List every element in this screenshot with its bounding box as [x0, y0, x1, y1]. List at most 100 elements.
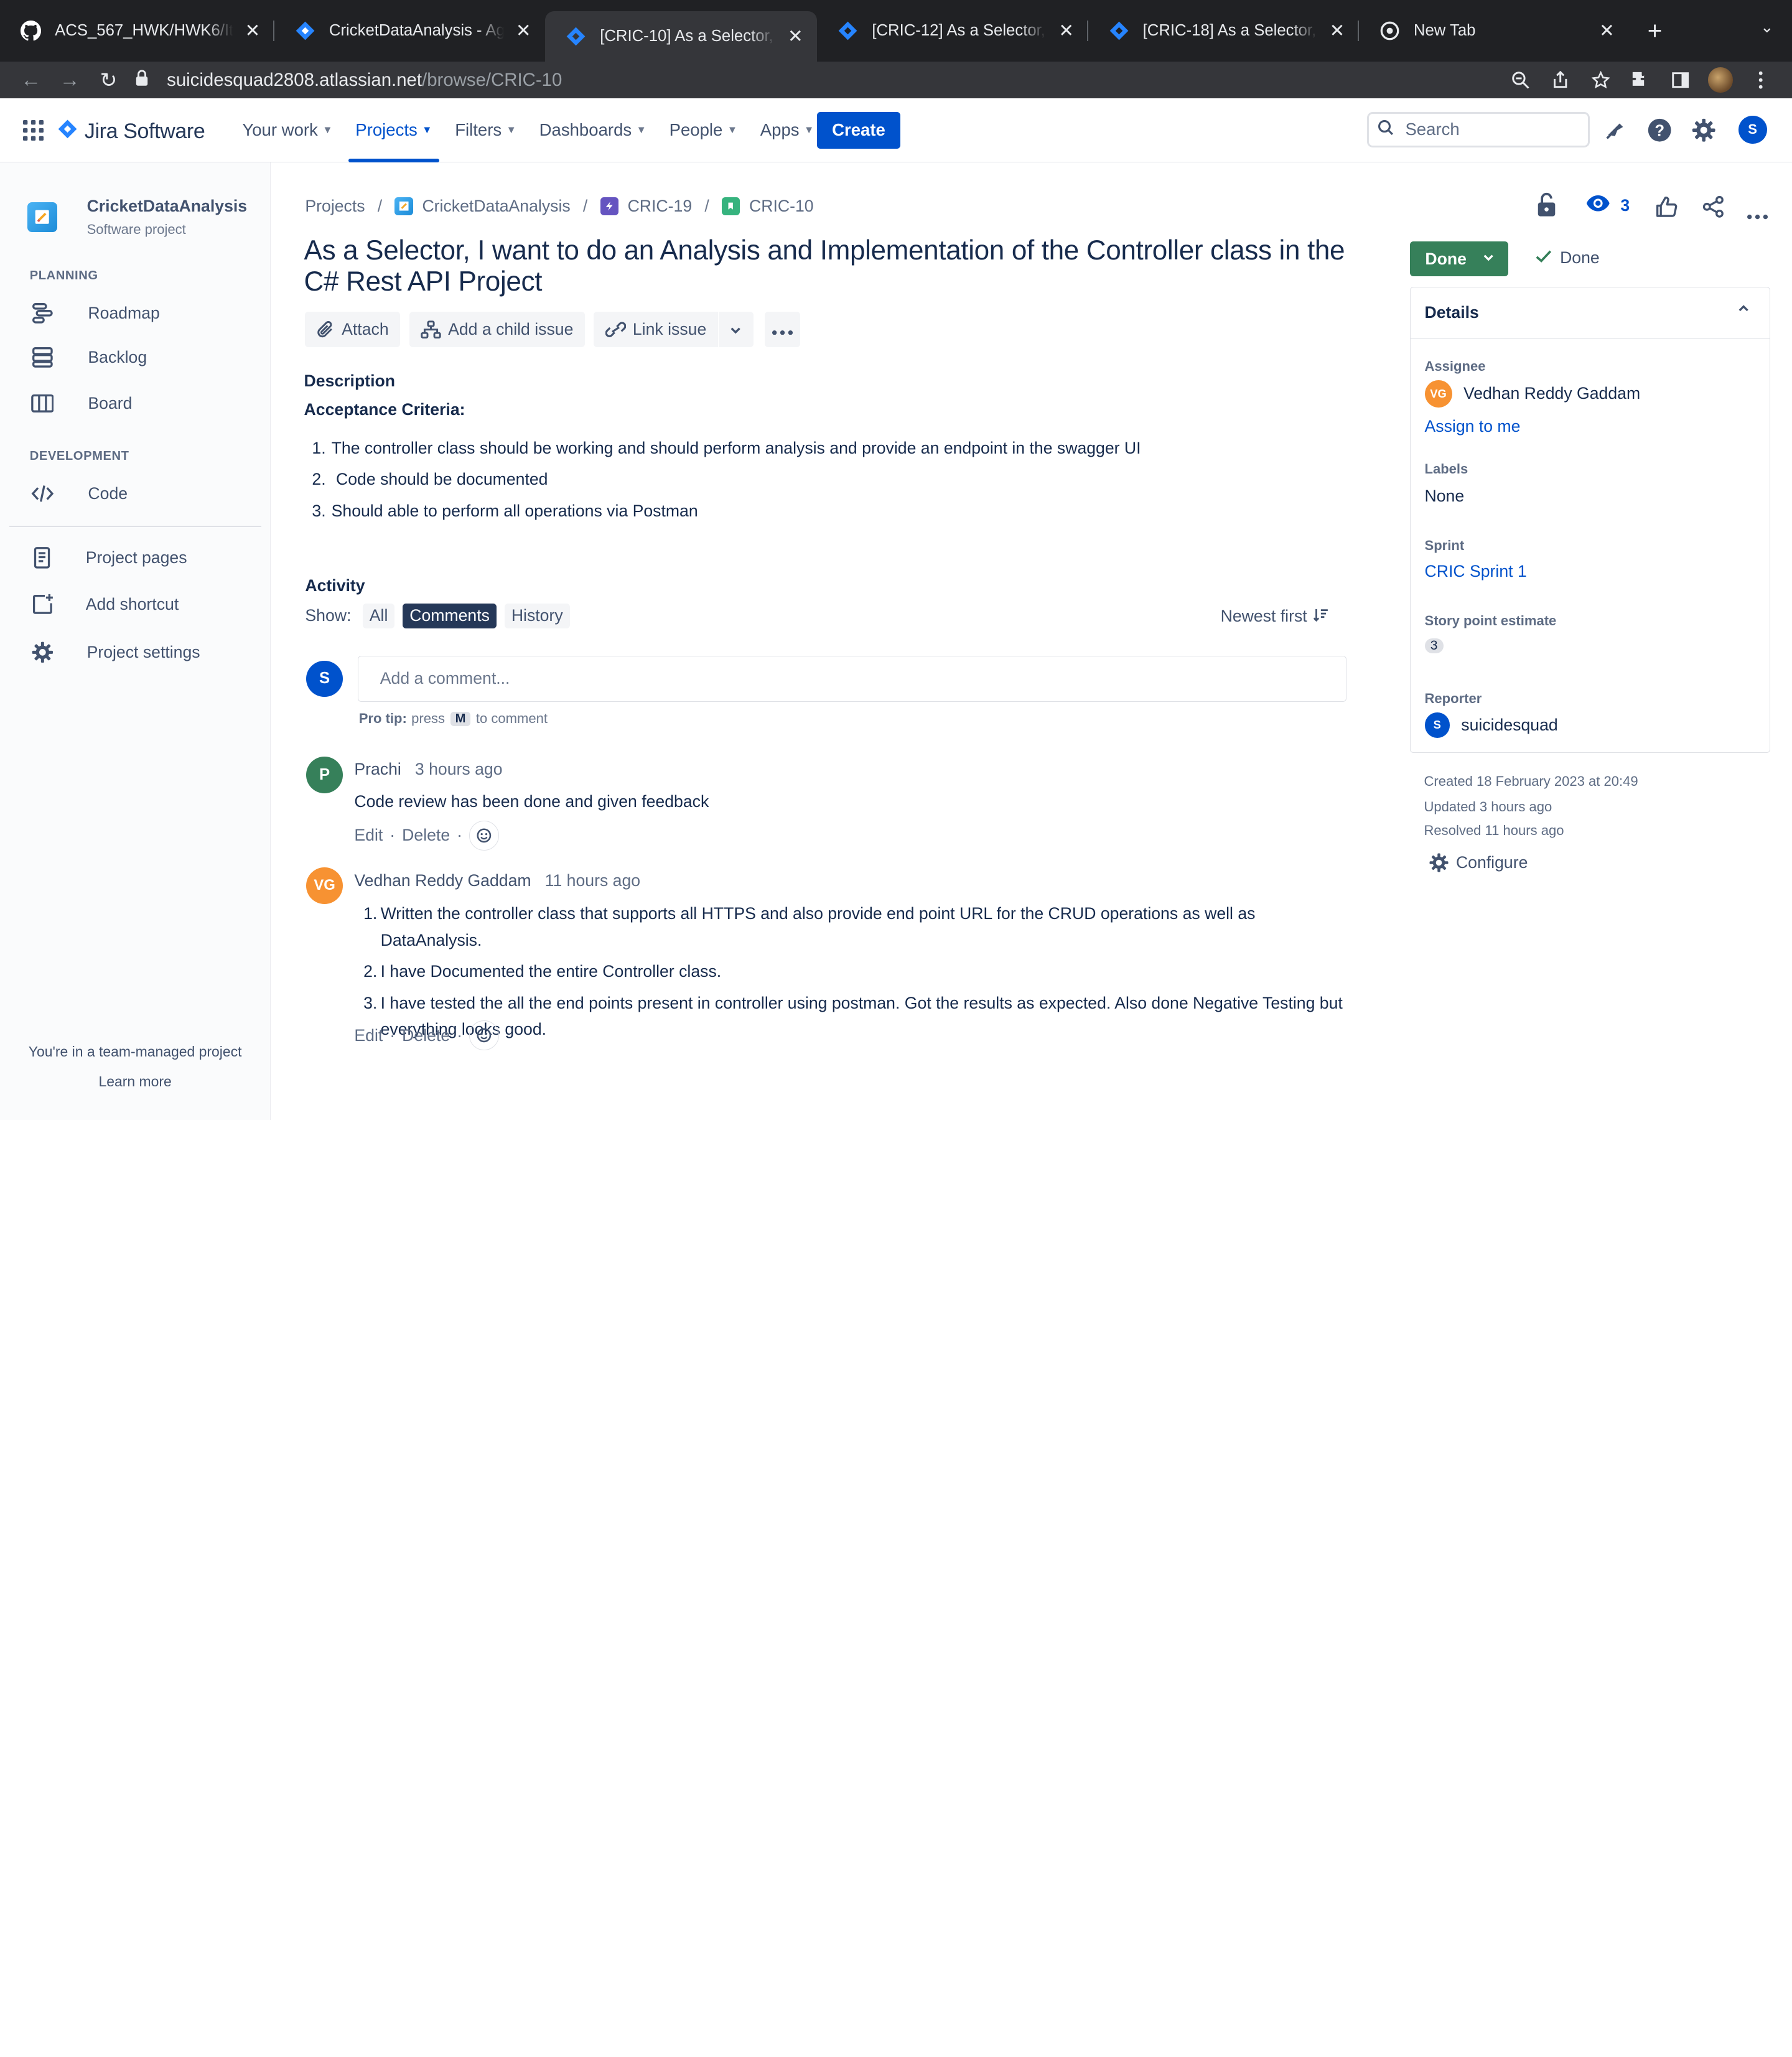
- tab-close-icon[interactable]: ✕: [242, 20, 263, 42]
- help-icon[interactable]: ?: [1646, 116, 1673, 144]
- forward-icon[interactable]: →: [50, 63, 89, 97]
- reporter-field[interactable]: S suicidesquad: [1424, 712, 1558, 738]
- sidebar-item-project-settings[interactable]: Project settings: [30, 632, 261, 673]
- chrome-menu-icon[interactable]: [1740, 62, 1780, 98]
- status-button[interactable]: Done: [1410, 241, 1509, 277]
- sidebar-item-code[interactable]: Code: [30, 473, 261, 514]
- acceptance-criteria-list[interactable]: 1. The controller class should be working…: [312, 439, 1141, 532]
- attach-button[interactable]: Attach: [305, 312, 400, 348]
- address-bar[interactable]: suicidesquad2808.atlassian.net/browse/CR…: [135, 62, 1564, 98]
- comment-author[interactable]: Vedhan Reddy Gaddam: [354, 871, 531, 890]
- edit-comment-link[interactable]: Edit: [354, 826, 383, 845]
- browser-tab-active[interactable]: [CRIC-10] As a Selector, I want ✕: [545, 11, 818, 62]
- edit-comment-link[interactable]: Edit: [354, 1026, 383, 1045]
- add-reaction-icon[interactable]: [469, 820, 499, 851]
- browser-tab[interactable]: [CRIC-18] As a Selector, I want ✕: [1088, 11, 1359, 50]
- breadcrumb-projects[interactable]: Projects: [305, 197, 365, 216]
- browser-tab[interactable]: [CRIC-12] As a Selector, I want ✕: [817, 11, 1088, 50]
- updated-date: Updated 3 hours ago: [1424, 798, 1552, 814]
- learn-more-link[interactable]: Learn more: [0, 1073, 270, 1090]
- configure-button[interactable]: Configure: [1429, 852, 1528, 873]
- tab-title: ACS_567_HWK/HWK6/Item: [55, 22, 233, 40]
- app-switcher-icon[interactable]: [22, 119, 44, 146]
- project-type: Software project: [86, 222, 186, 238]
- story-point-field[interactable]: 3: [1424, 638, 1444, 653]
- settings-gear-icon[interactable]: [1690, 116, 1717, 144]
- sprint-label: Sprint: [1424, 538, 1465, 554]
- comment-time[interactable]: 11 hours ago: [545, 871, 640, 890]
- jira-logo[interactable]: Jira Software: [57, 118, 205, 146]
- back-icon[interactable]: ←: [11, 63, 50, 97]
- project-header[interactable]: CricketDataAnalysis Software project: [27, 197, 247, 238]
- more-actions-button[interactable]: [764, 312, 800, 348]
- nav-apps[interactable]: Apps ▼: [749, 98, 825, 162]
- nav-people[interactable]: People ▼: [658, 98, 749, 162]
- epic-icon: [600, 197, 618, 216]
- nav-projects[interactable]: Projects ▼: [344, 98, 444, 162]
- more-horizontal-icon[interactable]: [1747, 203, 1768, 225]
- details-header[interactable]: Details: [1411, 287, 1770, 339]
- add-comment-input[interactable]: Add a comment...: [357, 656, 1346, 702]
- avatar[interactable]: P: [306, 756, 343, 793]
- link-issue-dropdown[interactable]: [717, 312, 754, 348]
- share-page-icon[interactable]: [1541, 62, 1580, 98]
- sidebar-item-project-pages[interactable]: Project pages: [30, 537, 261, 578]
- zoom-icon[interactable]: [1501, 62, 1541, 98]
- chevron-up-icon[interactable]: [1738, 302, 1749, 316]
- tab-close-icon[interactable]: ✕: [513, 20, 534, 42]
- breadcrumb-issue[interactable]: CRIC-10: [749, 197, 814, 216]
- tab-close-icon[interactable]: ✕: [785, 26, 806, 47]
- sidebar-item-backlog[interactable]: Backlog: [30, 337, 261, 378]
- browser-tab[interactable]: CricketDataAnalysis - Agile ✕: [274, 11, 545, 50]
- like-icon[interactable]: [1655, 195, 1678, 223]
- chevron-down-icon: ▼: [422, 124, 432, 136]
- link-issue-button[interactable]: Link issue: [594, 312, 718, 348]
- comment-author[interactable]: Prachi: [354, 760, 401, 779]
- share-icon[interactable]: [1702, 195, 1725, 223]
- sort-order-button[interactable]: Newest first: [1221, 607, 1329, 626]
- search-input[interactable]: Search: [1366, 111, 1590, 147]
- nav-dashboards[interactable]: Dashboards ▼: [528, 98, 658, 162]
- create-button[interactable]: Create: [817, 111, 900, 149]
- side-panel-icon[interactable]: [1661, 62, 1701, 98]
- reload-icon[interactable]: ↻: [89, 63, 128, 97]
- add-reaction-icon[interactable]: [469, 1020, 499, 1050]
- tab-close-icon[interactable]: ✕: [1327, 20, 1347, 42]
- filter-all-button[interactable]: All: [362, 603, 395, 629]
- assignee-field[interactable]: VG Vedhan Reddy Gaddam: [1424, 380, 1640, 408]
- sidebar-item-add-shortcut[interactable]: Add shortcut: [30, 584, 261, 625]
- breadcrumb-project[interactable]: CricketDataAnalysis: [422, 197, 570, 216]
- comment-time[interactable]: 3 hours ago: [415, 760, 503, 779]
- breadcrumb-epic[interactable]: CRIC-19: [628, 197, 693, 216]
- add-child-issue-button[interactable]: Add a child issue: [409, 312, 585, 348]
- user-avatar[interactable]: S: [1738, 115, 1767, 144]
- assignee-label: Assignee: [1424, 358, 1486, 374]
- eye-icon: [1586, 194, 1610, 217]
- extensions-icon[interactable]: [1620, 62, 1660, 98]
- browser-tab[interactable]: ACS_567_HWK/HWK6/Item ✕: [0, 11, 274, 50]
- issue-title[interactable]: As a Selector, I want to do an Analysis …: [304, 235, 1367, 297]
- nav-your-work[interactable]: Your work ▼: [231, 98, 344, 162]
- sidebar-item-roadmap[interactable]: Roadmap: [30, 292, 261, 334]
- profile-avatar[interactable]: [1701, 62, 1740, 98]
- filter-history-button[interactable]: History: [504, 603, 570, 629]
- notifications-icon[interactable]: [1601, 116, 1628, 144]
- browser-tab[interactable]: New Tab ✕: [1359, 11, 1628, 50]
- filter-comments-button[interactable]: Comments: [403, 603, 497, 629]
- delete-comment-link[interactable]: Delete: [402, 826, 450, 845]
- sidebar-item-board[interactable]: Board: [30, 383, 261, 424]
- keyboard-shortcut-key: M: [450, 711, 470, 726]
- tab-search-chevron-icon[interactable]: ⌄: [1760, 18, 1774, 37]
- new-tab-icon[interactable]: +: [1635, 11, 1674, 50]
- bookmark-star-icon[interactable]: [1580, 62, 1620, 98]
- tab-close-icon[interactable]: ✕: [1597, 20, 1617, 42]
- assign-to-me-link[interactable]: Assign to me: [1425, 417, 1521, 436]
- avatar[interactable]: VG: [306, 867, 343, 904]
- tab-close-icon[interactable]: ✕: [1056, 20, 1076, 42]
- sprint-link[interactable]: CRIC Sprint 1: [1425, 562, 1527, 581]
- nav-filters[interactable]: Filters ▼: [444, 98, 528, 162]
- labels-field[interactable]: None: [1425, 487, 1465, 506]
- watchers-button[interactable]: 3: [1586, 194, 1630, 217]
- lock-icon[interactable]: [1536, 192, 1557, 222]
- delete-comment-link[interactable]: Delete: [402, 1026, 450, 1045]
